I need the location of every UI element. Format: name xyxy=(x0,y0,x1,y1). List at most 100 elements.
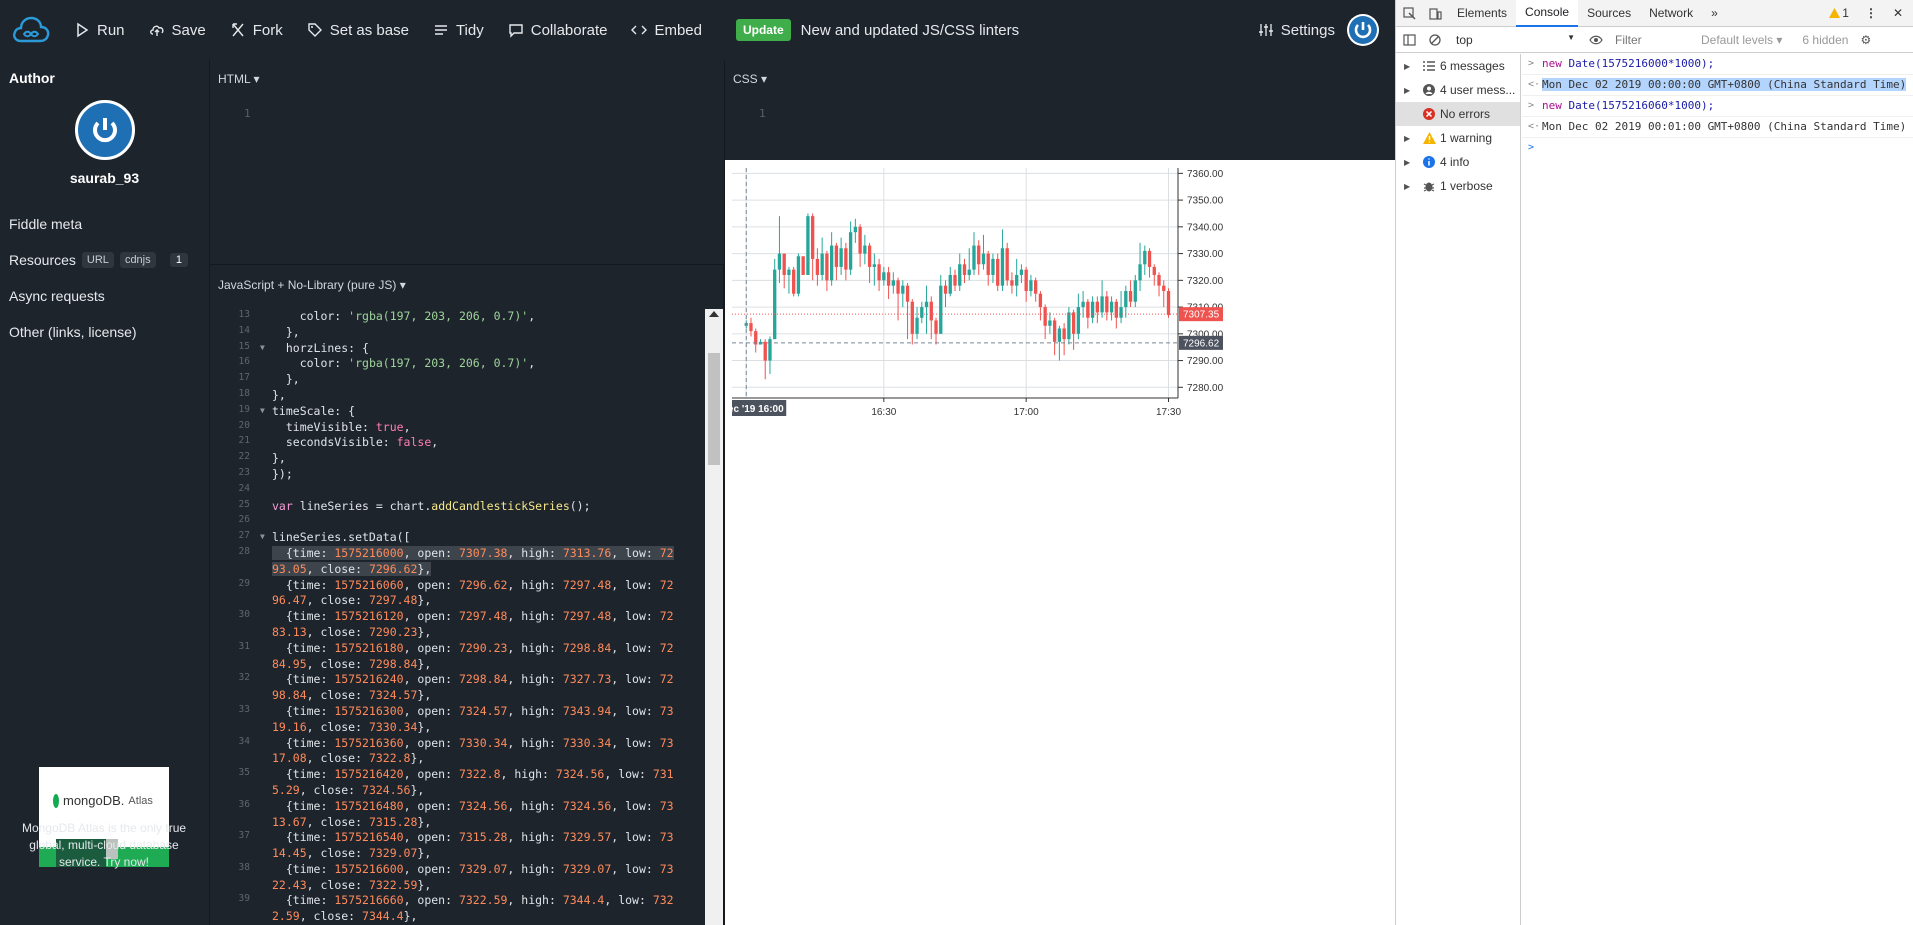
code-line[interactable]: 22}, xyxy=(210,451,706,467)
code-line[interactable]: 15 ▼ horzLines: { xyxy=(210,341,706,357)
update-badge[interactable]: Update xyxy=(735,19,791,41)
code-line[interactable]: 13 color: 'rgba(197, 203, 206, 0.7)', xyxy=(210,309,706,325)
expand-arrow-icon[interactable]: ▶ xyxy=(1404,86,1418,95)
html-panel-label[interactable]: HTML ▾ xyxy=(210,60,724,96)
code-line[interactable]: 34 {time: 1575216360, open: 7330.34, hig… xyxy=(210,736,706,752)
editor-scrollbar[interactable] xyxy=(705,309,723,925)
console-output-line[interactable]: <· Mon Dec 02 2019 00:01:00 GMT+0800 (Ch… xyxy=(1522,117,1913,138)
code-line[interactable]: 32 {time: 1575216240, open: 7298.84, hig… xyxy=(210,672,706,688)
fold-arrow-icon[interactable]: ▼ xyxy=(260,532,265,541)
sidebar-item-other[interactable]: Other (links, license) xyxy=(0,314,209,350)
inspect-icon[interactable] xyxy=(1396,0,1422,27)
code-line[interactable]: 35 {time: 1575216420, open: 7322.8, high… xyxy=(210,767,706,783)
code-line[interactable]: 18}, xyxy=(210,388,706,404)
console-output-line[interactable]: <· Mon Dec 02 2019 00:00:00 GMT+0800 (Ch… xyxy=(1522,75,1913,96)
ad-text[interactable]: MongoDB Atlas is the only true global, m… xyxy=(8,820,200,871)
author-avatar[interactable] xyxy=(74,100,135,160)
scrollbar-thumb[interactable] xyxy=(708,353,720,465)
expand-arrow-icon[interactable]: ▶ xyxy=(1404,182,1418,191)
code-line[interactable]: 17 }, xyxy=(210,372,706,388)
code-line[interactable]: 39 {time: 1575216660, open: 7322.59, hig… xyxy=(210,893,706,909)
code-line[interactable]: 84.95, close: 7298.84}, xyxy=(210,657,706,673)
code-line[interactable]: 21 secondsVisible: false, xyxy=(210,435,706,451)
sidebar-item-user-messages[interactable]: ▶ 4 user mess... xyxy=(1396,78,1520,102)
console-output[interactable]: > new Date(1575216000*1000); <· Mon Dec … xyxy=(1522,54,1913,158)
run-button[interactable]: Run xyxy=(62,0,137,60)
code-line[interactable]: 14 }, xyxy=(210,325,706,341)
code-line[interactable]: 14.45, close: 7329.07}, xyxy=(210,846,706,862)
settings-gear-icon[interactable]: ⚙ xyxy=(1860,33,1871,47)
code-line[interactable]: 19 ▼ timeScale: { xyxy=(210,404,706,420)
collaborate-button[interactable]: Collaborate xyxy=(496,0,620,60)
tab-network[interactable]: Network xyxy=(1640,0,1702,27)
levels-select[interactable]: Default levels ▾ xyxy=(1701,33,1782,47)
filter-input[interactable] xyxy=(1615,32,1693,47)
code-line[interactable]: 19.16, close: 7330.34}, xyxy=(210,720,706,736)
code-line[interactable]: 38 {time: 1575216600, open: 7329.07, hig… xyxy=(210,862,706,878)
tidy-button[interactable]: Tidy xyxy=(421,0,496,60)
code-line[interactable]: 33 {time: 1575216300, open: 7324.57, hig… xyxy=(210,704,706,720)
candlestick-chart[interactable]: 7360.007350.007340.007330.007320.007310.… xyxy=(732,168,1342,468)
tab-sources[interactable]: Sources xyxy=(1578,0,1640,27)
cdnjs-tag[interactable]: cdnjs xyxy=(119,252,156,268)
clear-console-icon[interactable] xyxy=(1422,26,1448,53)
sidebar-item-messages[interactable]: ▶ 6 messages xyxy=(1396,54,1520,78)
code-line[interactable]: 2.59, close: 7344.4}, xyxy=(210,909,706,925)
code-line[interactable]: 17.08, close: 7322.8}, xyxy=(210,751,706,767)
device-toggle-icon[interactable] xyxy=(1422,0,1448,27)
sidebar-item-resources[interactable]: Resources URL cdnjs 1 xyxy=(0,242,209,278)
code-line[interactable]: 22.43, close: 7322.59}, xyxy=(210,878,706,894)
sidebar-item-info[interactable]: ▶ 4 info xyxy=(1396,150,1520,174)
code-line[interactable]: 31 {time: 1575216180, open: 7290.23, hig… xyxy=(210,641,706,657)
code-line[interactable]: 96.47, close: 7297.48}, xyxy=(210,593,706,609)
settings-button[interactable]: Settings xyxy=(1246,0,1347,60)
code-line[interactable]: 93.05, close: 7296.62}, xyxy=(210,561,706,578)
code-line[interactable]: 28 {time: 1575216000, open: 7307.38, hig… xyxy=(210,545,706,562)
code-line[interactable]: 98.84, close: 7324.57}, xyxy=(210,688,706,704)
code-line[interactable]: 25 var lineSeries = chart.addCandlestickS… xyxy=(210,499,706,515)
kebab-menu-icon[interactable]: ⋮ xyxy=(1865,6,1877,20)
code-editor[interactable]: 13 color: 'rgba(197, 203, 206, 0.7)', 14 … xyxy=(210,309,706,925)
context-select[interactable]: top ▼ xyxy=(1448,33,1583,47)
sidebar-item-errors[interactable]: No errors xyxy=(1396,102,1520,126)
fork-button[interactable]: Fork xyxy=(218,0,295,60)
sidebar-toggle-icon[interactable] xyxy=(1396,26,1422,53)
set-as-base-button[interactable]: Set as base xyxy=(295,0,421,60)
code-line[interactable]: 5.29, close: 7324.56}, xyxy=(210,783,706,799)
close-icon[interactable]: ✕ xyxy=(1893,6,1903,20)
url-tag[interactable]: URL xyxy=(81,252,114,268)
css-panel-label[interactable]: CSS ▾ xyxy=(725,60,1395,96)
expand-arrow-icon[interactable]: ▶ xyxy=(1404,158,1418,167)
code-line[interactable]: 23}); xyxy=(210,467,706,483)
save-button[interactable]: Save xyxy=(137,0,218,60)
code-line[interactable]: 24 xyxy=(210,483,706,499)
html-editor-panel[interactable]: HTML ▾ 1 xyxy=(210,60,724,265)
update-message[interactable]: New and updated JS/CSS linters xyxy=(801,22,1019,39)
code-line[interactable]: 16 color: 'rgba(197, 203, 206, 0.7)', xyxy=(210,356,706,372)
user-avatar[interactable] xyxy=(1347,14,1379,46)
more-tabs-icon[interactable]: » xyxy=(1702,0,1727,27)
scroll-up-arrow-icon[interactable] xyxy=(709,311,719,317)
js-editor-panel[interactable]: JavaScript + No-Library (pure JS) ▾ 13 c… xyxy=(210,265,724,925)
warning-counter[interactable]: 1 ⋮ ✕ xyxy=(1829,6,1913,20)
code-line[interactable]: 83.13, close: 7290.23}, xyxy=(210,625,706,641)
tab-elements[interactable]: Elements xyxy=(1448,0,1516,27)
code-line[interactable]: 13.67, close: 7315.28}, xyxy=(210,815,706,831)
expand-arrow-icon[interactable]: ▶ xyxy=(1404,134,1418,143)
code-line[interactable]: 29 {time: 1575216060, open: 7296.62, hig… xyxy=(210,578,706,594)
eye-icon[interactable] xyxy=(1583,26,1609,53)
sidebar-item-warnings[interactable]: ▶ 1 warning xyxy=(1396,126,1520,150)
fold-arrow-icon[interactable]: ▼ xyxy=(260,406,265,415)
console-input-line[interactable]: > new Date(1575216000*1000); xyxy=(1522,54,1913,75)
fold-arrow-icon[interactable]: ▼ xyxy=(260,343,265,352)
css-editor-panel[interactable]: CSS ▾ 1 xyxy=(724,60,1395,160)
tab-console[interactable]: Console xyxy=(1516,0,1579,27)
code-line[interactable]: 27 ▼ lineSeries.setData([ xyxy=(210,530,706,546)
sidebar-item-async-requests[interactable]: Async requests xyxy=(0,278,209,314)
expand-arrow-icon[interactable]: ▶ xyxy=(1404,62,1418,71)
jsfiddle-logo-icon[interactable] xyxy=(0,0,62,60)
code-line[interactable]: 26 xyxy=(210,514,706,530)
code-line[interactable]: 30 {time: 1575216120, open: 7297.48, hig… xyxy=(210,609,706,625)
author-username[interactable]: saurab_93 xyxy=(0,170,209,186)
code-line[interactable]: 20 timeVisible: true, xyxy=(210,420,706,436)
